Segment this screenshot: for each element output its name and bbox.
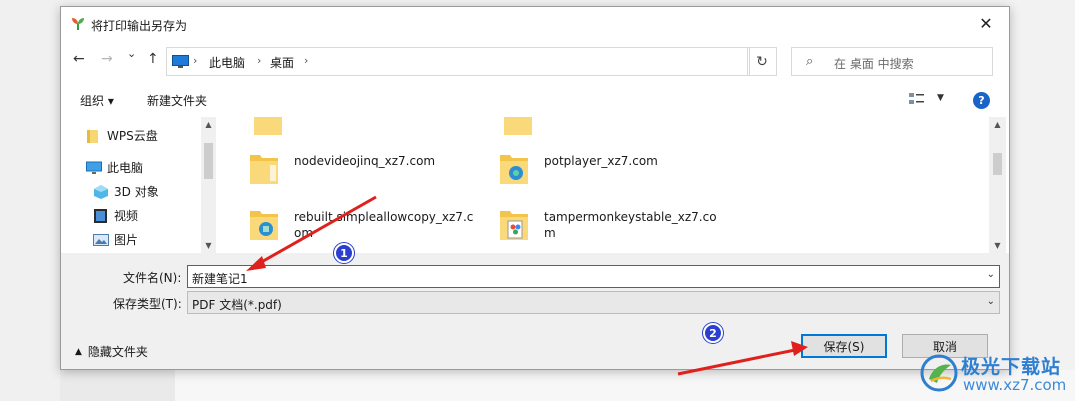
sidebar-item-3d-objects[interactable]: 3D 对象 [93,183,159,200]
save-as-dialog: 将打印输出另存为 ✕ ← → ⌄ ↑ › 此电脑 › 桌面 › ↻ ⌕ 在 桌面… [60,6,1010,370]
scroll-down-icon[interactable]: ▼ [989,241,1006,250]
watermark-title: 极光下载站 [961,356,1062,378]
refresh-button[interactable]: ↻ [747,47,777,76]
sidebar-item-wps-cloud[interactable]: WPS云盘 [86,127,158,144]
scroll-thumb[interactable] [993,153,1002,175]
filetype-label: 保存类型(T): [113,297,182,311]
computer-icon [86,161,102,174]
folder-icon [87,129,98,143]
sidebar-item-label: WPS云盘 [107,129,158,143]
scroll-up-icon[interactable]: ▲ [989,120,1006,129]
file-item-potplayer[interactable]: potplayer_xz7.com [498,151,724,185]
folder-icon [504,117,532,135]
filetype-value: PDF 文档(*.pdf) [192,298,282,312]
file-name: nodevideojinq_xz7.com [294,154,436,168]
computer-icon [172,55,189,68]
recent-locations-icon[interactable]: ⌄ [127,47,136,60]
watermark-logo-icon [920,354,958,392]
file-item-nodevideojinq[interactable]: nodevideojinq_xz7.com [248,151,474,185]
breadcrumb-separator: › [304,54,309,67]
step-marker-2: 2 [703,323,723,343]
filename-label: 文件名(N): [123,271,182,285]
app-logo-icon [72,18,84,30]
sidebar-item-this-pc[interactable]: 此电脑 [86,159,143,176]
search-input[interactable]: 在 桌面 中搜索 [834,55,914,72]
command-toolbar: 组织 ▾ 新建文件夹 ▼ ? [61,85,1009,115]
breadcrumb-separator: › [193,54,198,67]
close-button[interactable]: ✕ [963,7,1009,39]
folder-icon [250,211,278,240]
sidebar-item-label: 此电脑 [107,161,144,175]
navigation-pane: WPS云盘 此电脑 3D 对象 视频 图片 ▲ ▼ [61,117,216,253]
chevron-up-icon: ▲ [75,346,82,357]
dialog-footer: 文件名(N): 新建笔记1 ⌄ 保存类型(T): PDF 文档(*.pdf) ⌄… [61,253,1009,369]
up-arrow-icon[interactable]: ↑ [147,51,159,67]
step-marker-1: 1 [334,243,354,263]
sidebar-item-pictures[interactable]: 图片 [93,231,138,248]
file-list-scrollbar[interactable]: ▲ ▼ [989,117,1006,253]
scroll-down-icon[interactable]: ▼ [201,241,216,250]
chevron-down-icon[interactable]: ⌄ [987,269,995,280]
hide-folders-button[interactable]: ▲ 隐藏文件夹 [75,343,148,360]
site-watermark: 极光下载站 www.xz7.com [915,349,1075,401]
view-options-icon[interactable] [909,92,925,106]
folder-icon [500,211,528,240]
background-block [60,370,175,401]
3d-objects-icon [94,184,108,199]
background-left [0,0,60,401]
filetype-select[interactable]: PDF 文档(*.pdf) ⌄ [187,291,1000,314]
breadcrumb-desktop[interactable]: 桌面 [270,54,294,71]
file-name: potplayer_xz7.com [544,154,658,168]
navigation-pane-scrollbar[interactable]: ▲ ▼ [201,117,216,253]
save-button[interactable]: 保存(S) [801,334,887,358]
file-list: nodevideojinq_xz7.com potplayer_xz7.com … [236,117,989,253]
forward-arrow-icon[interactable]: → [101,51,113,67]
file-name: tampermonkeystable_xz7.com [544,210,717,240]
new-folder-button[interactable]: 新建文件夹 [147,92,207,109]
breadcrumb-this-pc[interactable]: 此电脑 [209,54,245,71]
file-item-tampermonkeystable[interactable]: tampermonkeystable_xz7.com [498,207,724,241]
file-name: rebuilt.simpleallowcopy_xz7.com [294,210,474,240]
watermark-url: www.xz7.com [963,376,1067,394]
pictures-icon [93,233,109,246]
organize-button[interactable]: 组织 ▾ [80,92,114,109]
view-dropdown-icon[interactable]: ▼ [937,93,944,103]
sidebar-item-label: 视频 [114,209,139,223]
filename-value: 新建笔记1 [192,272,248,286]
folder-icon [250,155,278,184]
file-item-rebuilt-simpleallowcopy[interactable]: rebuilt.simpleallowcopy_xz7.com [248,207,474,241]
refresh-icon: ↻ [756,53,768,70]
title-bar: 将打印输出另存为 ✕ [61,7,1009,39]
scroll-thumb[interactable] [204,143,213,179]
sidebar-item-label: 3D 对象 [114,185,159,199]
chevron-down-icon: ⌄ [986,296,995,307]
scroll-up-icon[interactable]: ▲ [201,120,216,129]
filename-input[interactable]: 新建笔记1 ⌄ [187,265,1000,288]
folder-icon [500,155,528,184]
search-icon: ⌕ [806,54,814,69]
breadcrumb-separator: › [257,54,262,67]
navigation-bar: ← → ⌄ ↑ › 此电脑 › 桌面 › ↻ ⌕ 在 桌面 中搜索 [61,43,1009,77]
sidebar-item-videos[interactable]: 视频 [93,207,138,224]
dialog-title: 将打印输出另存为 [91,19,188,33]
search-box[interactable]: ⌕ 在 桌面 中搜索 [791,47,993,76]
hide-folders-label: 隐藏文件夹 [87,345,148,359]
folder-icon [254,117,282,135]
video-icon [94,208,107,223]
help-icon[interactable]: ? [973,92,990,109]
sidebar-item-label: 图片 [114,233,139,247]
close-icon: ✕ [979,13,993,33]
address-bar[interactable]: › 此电脑 › 桌面 › [166,47,750,76]
back-arrow-icon[interactable]: ← [73,51,85,67]
